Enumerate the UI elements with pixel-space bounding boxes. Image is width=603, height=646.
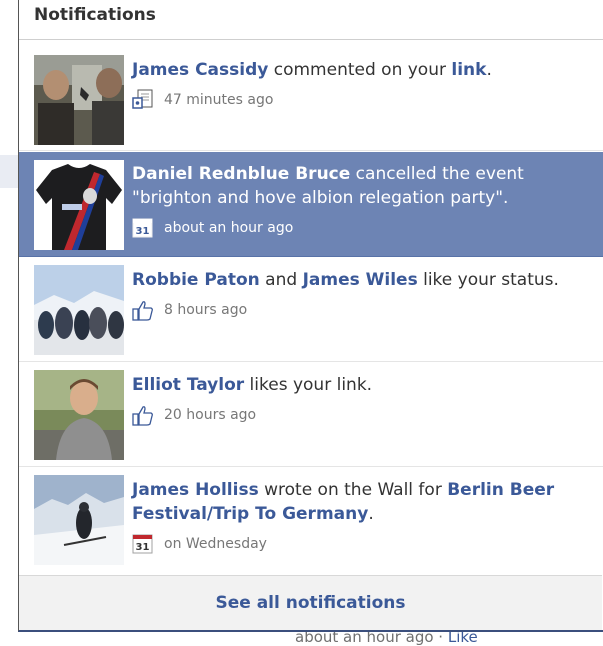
notification-text: commented on your <box>268 60 452 80</box>
calendar-icon: 31 <box>132 533 154 555</box>
actor-link[interactable]: Elliot Taylor <box>132 375 244 395</box>
actor-link[interactable]: James Wiles <box>303 270 418 290</box>
notification-item[interactable]: James Holliss wrote on the Wall for Berl… <box>19 468 603 578</box>
avatar <box>34 160 124 250</box>
notification-text: like your status. <box>417 270 559 290</box>
svg-text:31: 31 <box>136 226 150 237</box>
target-link[interactable]: link <box>451 60 486 80</box>
notification-item[interactable]: Daniel Rednblue Bruce cancelled the even… <box>19 152 603 257</box>
notification-item[interactable]: Robbie Paton and James Wiles like your s… <box>19 258 603 362</box>
notification-item[interactable]: James Cassidy commented on your link. 47… <box>19 41 603 151</box>
actor-link[interactable]: Daniel Rednblue Bruce <box>132 164 350 184</box>
avatar <box>34 370 124 460</box>
see-all-notifications-link[interactable]: See all notifications <box>19 575 602 630</box>
actor-link[interactable]: Robbie Paton <box>132 270 260 290</box>
notification-text: . <box>368 504 374 524</box>
notification-item[interactable]: Elliot Taylor likes your link. 20 hours … <box>19 363 603 467</box>
avatar <box>34 475 124 565</box>
notification-time: 8 hours ago <box>164 302 248 318</box>
notification-text: . <box>486 60 492 80</box>
notification-time: 20 hours ago <box>164 407 257 423</box>
panel-title: Notifications <box>19 0 603 40</box>
notifications-panel: Notifications James Cassidy commented on… <box>18 0 603 632</box>
notification-text: and <box>259 270 303 290</box>
notification-time: about an hour ago <box>164 220 294 236</box>
actor-link[interactable]: James Holliss <box>132 480 259 500</box>
notification-time: 47 minutes ago <box>164 92 274 108</box>
avatar <box>34 55 124 145</box>
svg-text:31: 31 <box>136 542 150 553</box>
calendar-icon: 31 <box>132 217 154 239</box>
notification-text: wrote on the Wall for <box>258 480 448 500</box>
like-icon <box>132 299 154 321</box>
notification-text: likes your link. <box>244 375 373 395</box>
avatar <box>34 265 124 355</box>
comment-icon <box>132 89 154 111</box>
background-page-strip <box>0 155 18 188</box>
actor-link[interactable]: James Cassidy <box>132 60 268 80</box>
like-icon <box>132 404 154 426</box>
notification-time: on Wednesday <box>164 536 267 552</box>
